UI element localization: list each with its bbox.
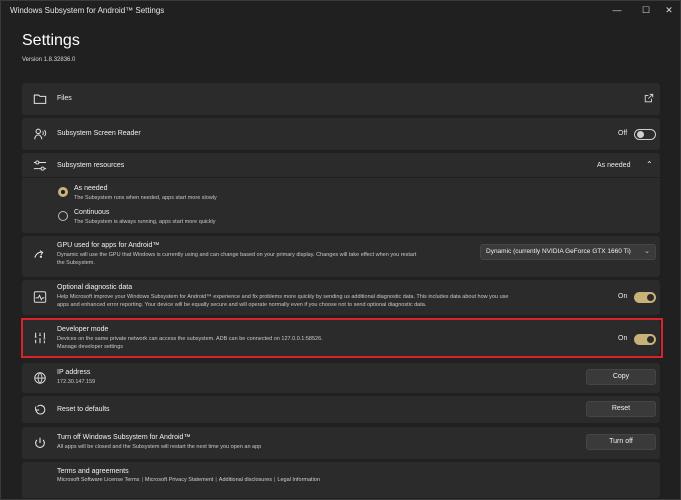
screen-reader-state: Off <box>618 130 628 137</box>
option-as-needed-label: As needed <box>74 185 108 192</box>
option-continuous-desc: The Subsystem is always running, apps st… <box>74 219 216 225</box>
diagnostics-desc-line1: Help Microsoft improve your Windows Subs… <box>57 294 509 300</box>
resources-value: As needed <box>597 162 631 169</box>
reset-card: Reset to defaults Reset <box>22 396 660 423</box>
resources-card: Subsystem resources As needed ⌃ As neede… <box>22 153 660 233</box>
turnoff-card: Turn off Windows Subsystem for Android™ … <box>22 427 660 459</box>
maximize-button[interactable]: ☐ <box>635 3 657 17</box>
resources-label: Subsystem resources <box>57 162 125 169</box>
files-card[interactable]: Files <box>22 83 660 115</box>
turnoff-button[interactable]: Turn off <box>586 434 656 450</box>
chevron-down-icon: ⌄ <box>644 248 650 255</box>
copy-button[interactable]: Copy <box>586 369 656 385</box>
additional-disclosures-link[interactable]: Additional disclosures <box>219 477 272 483</box>
terms-card: Terms and agreements Microsoft Software … <box>22 462 660 498</box>
turnoff-desc: All apps will be closed and the Subsyste… <box>57 444 262 450</box>
legal-information-link[interactable]: Legal Information <box>277 477 320 483</box>
ip-label: IP address <box>57 369 91 376</box>
window-title: Windows Subsystem for Android™ Settings <box>10 6 165 15</box>
close-button[interactable]: ✕ <box>658 3 680 17</box>
radio-continuous[interactable] <box>58 211 68 221</box>
power-icon <box>33 436 47 450</box>
reset-icon <box>33 403 47 417</box>
minimize-button[interactable]: — <box>606 3 628 17</box>
gpu-select[interactable]: Dynamic (currently NVIDIA GeForce GTX 16… <box>480 244 656 260</box>
gpu-card: GPU used for apps for Android™ Dynamic w… <box>22 236 660 277</box>
separator: | <box>215 477 217 483</box>
settings-window: Windows Subsystem for Android™ Settings … <box>0 0 681 500</box>
version-text: Version 1.8.32836.0 <box>22 57 76 63</box>
title-bar: Windows Subsystem for Android™ Settings … <box>1 1 680 21</box>
sliders-icon <box>33 159 47 173</box>
ip-card: IP address 172.30.147.159 Copy <box>22 363 660 393</box>
open-external-icon[interactable] <box>644 93 654 103</box>
files-label: Files <box>57 95 72 102</box>
license-terms-link[interactable]: Microsoft Software License Terms <box>57 477 139 483</box>
terms-links: Microsoft Software License Terms | Microso… <box>57 477 320 483</box>
reset-label: Reset to defaults <box>57 406 110 413</box>
privacy-statement-link[interactable]: Microsoft Privacy Statement <box>145 477 213 483</box>
radio-as-needed[interactable] <box>58 187 68 197</box>
reset-button[interactable]: Reset <box>586 401 656 417</box>
diagnostics-label: Optional diagnostic data <box>57 284 133 291</box>
diagnostics-card: Optional diagnostic data Help Microsoft … <box>22 280 660 315</box>
option-as-needed-desc: The Subsystem runs when needed, apps sta… <box>74 195 217 201</box>
folder-icon <box>33 92 47 106</box>
terms-icon <box>33 471 47 485</box>
gpu-icon <box>33 248 47 262</box>
gpu-desc-line1: Dynamic will use the GPU that Windows is… <box>57 252 417 258</box>
ip-value: 172.30.147.159 <box>57 379 96 385</box>
diagnostics-state: On <box>618 293 628 300</box>
gpu-desc-line2: the Subsystem. <box>57 260 95 266</box>
diagnostics-toggle[interactable] <box>634 292 656 303</box>
resources-header[interactable]: Subsystem resources As needed ⌃ <box>22 153 660 178</box>
separator: | <box>141 477 143 483</box>
globe-icon <box>33 371 47 385</box>
terms-label: Terms and agreements <box>57 468 129 475</box>
diagnostic-icon <box>33 290 47 304</box>
chevron-up-icon[interactable]: ⌃ <box>646 160 653 169</box>
screen-reader-label: Subsystem Screen Reader <box>57 130 141 137</box>
screen-reader-toggle[interactable] <box>634 129 656 140</box>
toggle-knob <box>637 131 644 138</box>
gpu-select-value: Dynamic (currently NVIDIA GeForce GTX 16… <box>486 248 631 255</box>
page-title: Settings <box>22 32 80 49</box>
gpu-label: GPU used for apps for Android™ <box>57 242 160 249</box>
turnoff-label: Turn off Windows Subsystem for Android™ <box>57 434 191 441</box>
diagnostics-desc-line2: apps and enhanced error reporting. Your … <box>57 302 427 308</box>
option-continuous-label: Continuous <box>74 209 110 216</box>
separator: | <box>273 477 276 483</box>
red-highlight-box <box>21 318 663 358</box>
toggle-knob <box>647 294 654 301</box>
screen-reader-card: Subsystem Screen Reader Off <box>22 118 660 150</box>
screen-reader-icon <box>33 127 47 141</box>
